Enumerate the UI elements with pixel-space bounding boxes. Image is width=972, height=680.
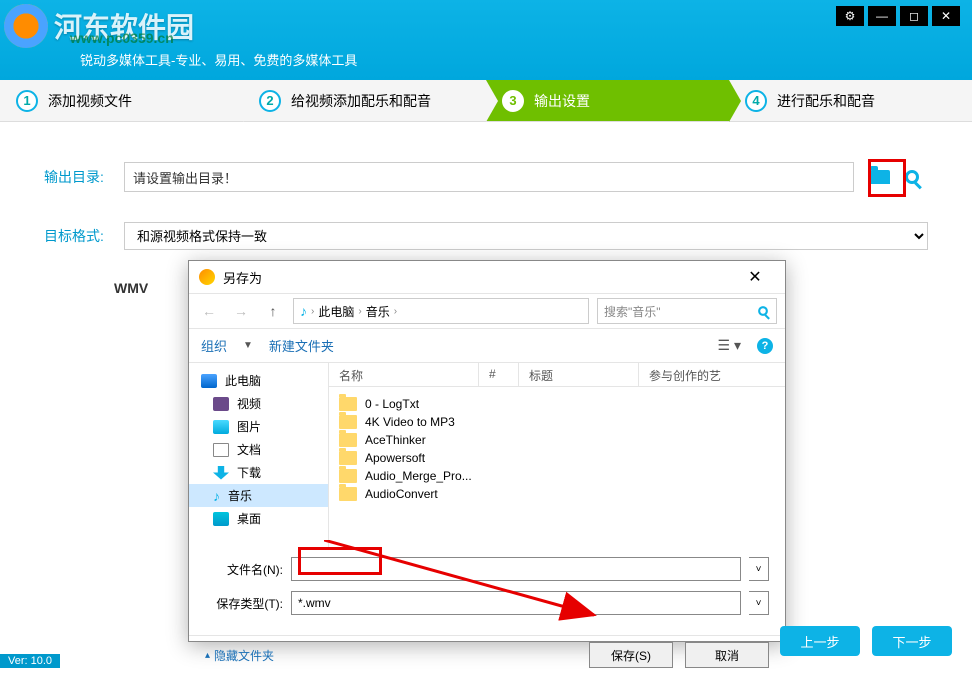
folder-icon [339, 397, 357, 411]
pc-icon [201, 374, 217, 388]
next-step-button[interactable]: 下一步 [872, 626, 952, 656]
organize-menu[interactable]: 组织 [201, 336, 227, 355]
help-button[interactable]: ? [757, 338, 773, 354]
file-item[interactable]: Audio_Merge_Pro... [329, 467, 785, 485]
chevron-right-icon: › [311, 306, 314, 317]
minimize-button[interactable]: — [868, 6, 896, 26]
music-icon: ♪ [213, 489, 220, 503]
prev-step-button[interactable]: 上一步 [780, 626, 860, 656]
video-icon [213, 397, 229, 411]
target-format-select[interactable]: 和源视频格式保持一致 [124, 222, 928, 250]
tree-item-pc[interactable]: 此电脑 [189, 369, 328, 392]
folder-tree: 此电脑 视频 图片 文档 下载 ♪音乐 桌面 [189, 363, 329, 547]
app-header: 河东软件园 www.pc0359.cn 锐动多媒体工具-专业、易用、免费的多媒体… [0, 0, 972, 80]
step-add-audio[interactable]: 2给视频添加配乐和配音 [243, 80, 486, 121]
save-as-dialog: 另存为 ✕ ← → ↑ ♪ › 此电脑 › 音乐 › 搜索"音乐" 组织▼ 新建… [188, 260, 786, 642]
dialog-toolbar: 组织▼ 新建文件夹 ☰ ▾ ? [189, 329, 785, 363]
dialog-icon [199, 269, 215, 285]
download-icon [213, 466, 229, 480]
maximize-button[interactable]: ◻ [900, 6, 928, 26]
file-item[interactable]: 4K Video to MP3 [329, 413, 785, 431]
nav-up-button[interactable]: ↑ [261, 299, 285, 323]
tree-item-documents[interactable]: 文档 [189, 438, 328, 461]
settings-icon[interactable]: ⚙ [836, 6, 864, 26]
tree-item-pictures[interactable]: 图片 [189, 415, 328, 438]
file-item[interactable]: 0 - LogTxt [329, 395, 785, 413]
filename-label: 文件名(N): [205, 561, 283, 578]
file-item[interactable]: AceThinker [329, 431, 785, 449]
folder-icon [339, 433, 357, 447]
tree-item-video[interactable]: 视频 [189, 392, 328, 415]
step-process[interactable]: 4进行配乐和配音 [729, 80, 972, 121]
version-label: Ver: 10.0 [0, 654, 60, 668]
folder-icon [339, 487, 357, 501]
app-subtitle: 锐动多媒体工具-专业、易用、免费的多媒体工具 [80, 50, 357, 69]
desktop-icon [213, 512, 229, 526]
file-item[interactable]: Apowersoft [329, 449, 785, 467]
filename-input[interactable] [291, 557, 741, 581]
folder-icon [870, 170, 890, 184]
filetype-select[interactable] [291, 591, 741, 615]
dialog-search-input[interactable]: 搜索"音乐" [597, 298, 777, 324]
file-list-header: 名称 # 标题 参与创作的艺 [329, 363, 785, 387]
nav-forward-button[interactable]: → [229, 299, 253, 323]
nav-back-button[interactable]: ← [197, 299, 221, 323]
watermark-url: www.pc0359.cn [70, 30, 174, 46]
file-items: 0 - LogTxt 4K Video to MP3 AceThinker Ap… [329, 387, 785, 511]
chevron-right-icon: › [358, 306, 361, 317]
dialog-title: 另存为 [223, 268, 262, 287]
pictures-icon [213, 420, 229, 434]
file-item[interactable]: AudioConvert [329, 485, 785, 503]
browse-folder-button[interactable] [864, 162, 896, 192]
folder-icon [339, 415, 357, 429]
step-tabs: 1添加视频文件 2给视频添加配乐和配音 3输出设置 4进行配乐和配音 [0, 80, 972, 122]
folder-icon [339, 451, 357, 465]
search-icon [905, 170, 919, 184]
output-dir-input[interactable] [124, 162, 854, 192]
dialog-nav: ← → ↑ ♪ › 此电脑 › 音乐 › 搜索"音乐" [189, 293, 785, 329]
tree-item-desktop[interactable]: 桌面 [189, 507, 328, 530]
new-folder-button[interactable]: 新建文件夹 [269, 336, 334, 355]
step-add-video[interactable]: 1添加视频文件 [0, 80, 243, 121]
logo-icon [4, 4, 48, 48]
col-title[interactable]: 标题 [519, 363, 639, 386]
tree-item-music[interactable]: ♪音乐 [189, 484, 328, 507]
col-name[interactable]: 名称 [329, 363, 479, 386]
col-artist[interactable]: 参与创作的艺 [639, 363, 785, 386]
dialog-titlebar: 另存为 ✕ [189, 261, 785, 293]
breadcrumb[interactable]: ♪ › 此电脑 › 音乐 › [293, 298, 589, 324]
col-number[interactable]: # [479, 363, 519, 386]
chevron-right-icon: › [394, 306, 397, 317]
close-button[interactable]: ✕ [932, 6, 960, 26]
dialog-close-button[interactable]: ✕ [735, 263, 775, 291]
tree-item-downloads[interactable]: 下载 [189, 461, 328, 484]
step-output-settings[interactable]: 3输出设置 [486, 80, 729, 121]
output-dir-label: 输出目录: [44, 167, 114, 187]
view-options-button[interactable]: ☰ ▾ [718, 337, 741, 354]
target-format-label: 目标格式: [44, 226, 114, 246]
search-icon [758, 306, 768, 316]
filetype-label: 保存类型(T): [205, 595, 283, 612]
music-icon: ♪ [300, 303, 307, 319]
folder-icon [339, 469, 357, 483]
filename-dropdown[interactable]: ˅ [749, 557, 769, 581]
documents-icon [213, 443, 229, 457]
filetype-dropdown[interactable]: ˅ [749, 591, 769, 615]
file-list: 名称 # 标题 参与创作的艺 0 - LogTxt 4K Video to MP… [329, 363, 785, 547]
search-button[interactable] [896, 162, 928, 192]
